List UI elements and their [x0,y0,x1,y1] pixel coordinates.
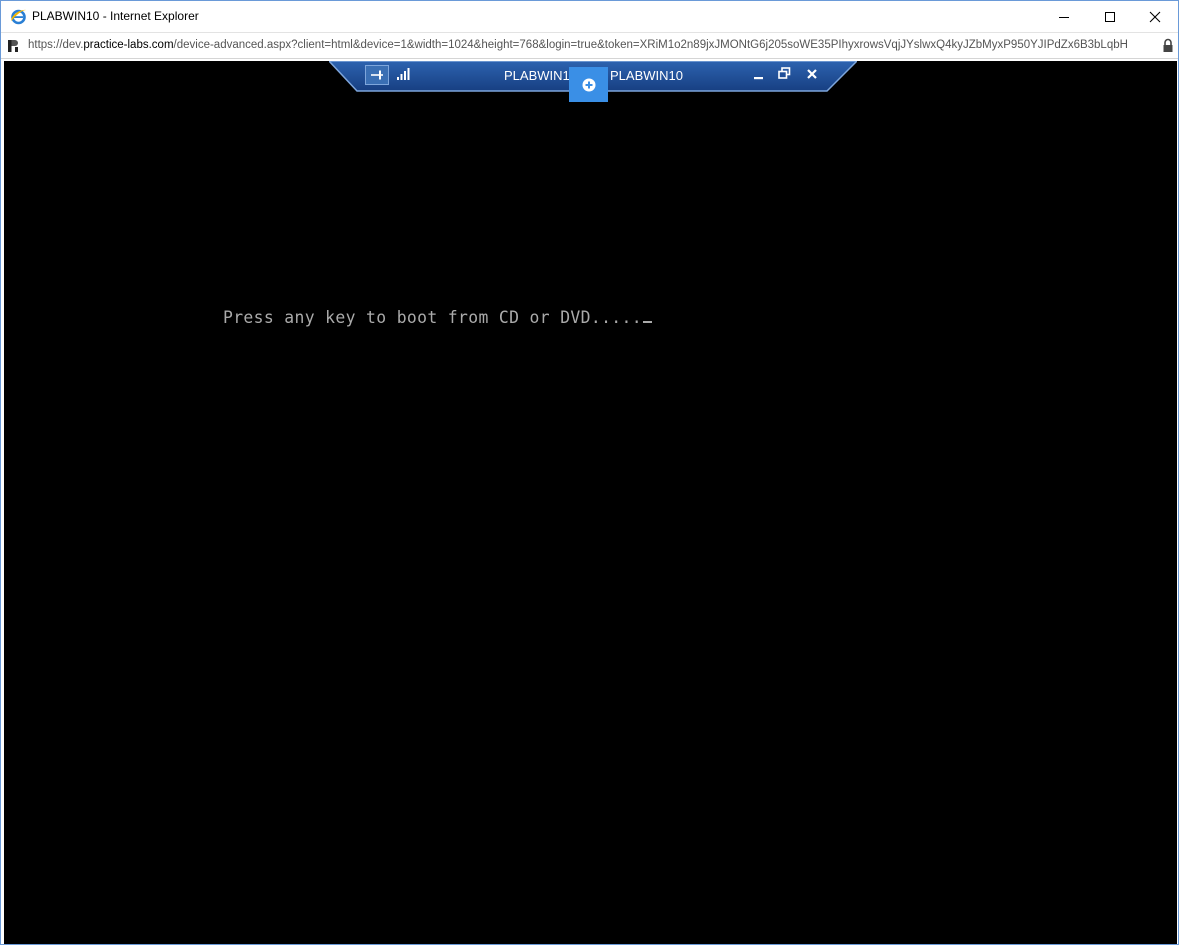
text-cursor [642,321,652,323]
practice-labs-favicon [6,38,22,54]
connection-name-secondary: PLABWIN10 [610,68,683,83]
title-bar[interactable]: PLABWIN10 - Internet Explorer [1,1,1178,32]
url-scheme: https://dev. [28,39,84,51]
pin-button[interactable] [365,65,389,85]
lock-icon[interactable] [1162,38,1174,53]
maximize-button[interactable] [1087,1,1133,32]
session-restore-icon[interactable] [778,67,791,80]
internet-explorer-icon [10,8,27,25]
boot-message: Press any key to boot from CD or DVD....… [223,308,642,327]
address-bar[interactable]: https://dev.practice-labs.com/device-adv… [1,32,1178,59]
close-icon [1149,11,1161,22]
close-button[interactable] [1132,1,1178,32]
minimize-icon [1059,16,1069,18]
add-session-button[interactable] [569,67,608,102]
pin-icon [371,70,383,80]
remote-desktop-screen[interactable]: Press any key to boot from CD or DVD....… [4,61,1177,944]
console-text-line: Press any key to boot from CD or DVD....… [223,308,652,327]
connection-name: PLABWIN10 [504,68,570,83]
plus-circle-icon [582,78,595,91]
session-close-icon[interactable] [806,67,818,79]
window-title: PLABWIN10 - Internet Explorer [32,9,199,23]
url-host: practice-labs.com [83,39,174,51]
browser-window: PLABWIN10 - Internet Explorer https://de… [0,0,1179,945]
session-minimize-icon[interactable] [753,67,765,81]
signal-strength-icon[interactable] [396,67,410,81]
url-field[interactable]: https://dev.practice-labs.com/device-adv… [28,39,1159,51]
maximize-icon [1105,11,1115,22]
url-path: /device-advanced.aspx?client=html&device… [173,39,1128,51]
minimize-button[interactable] [1041,1,1087,32]
